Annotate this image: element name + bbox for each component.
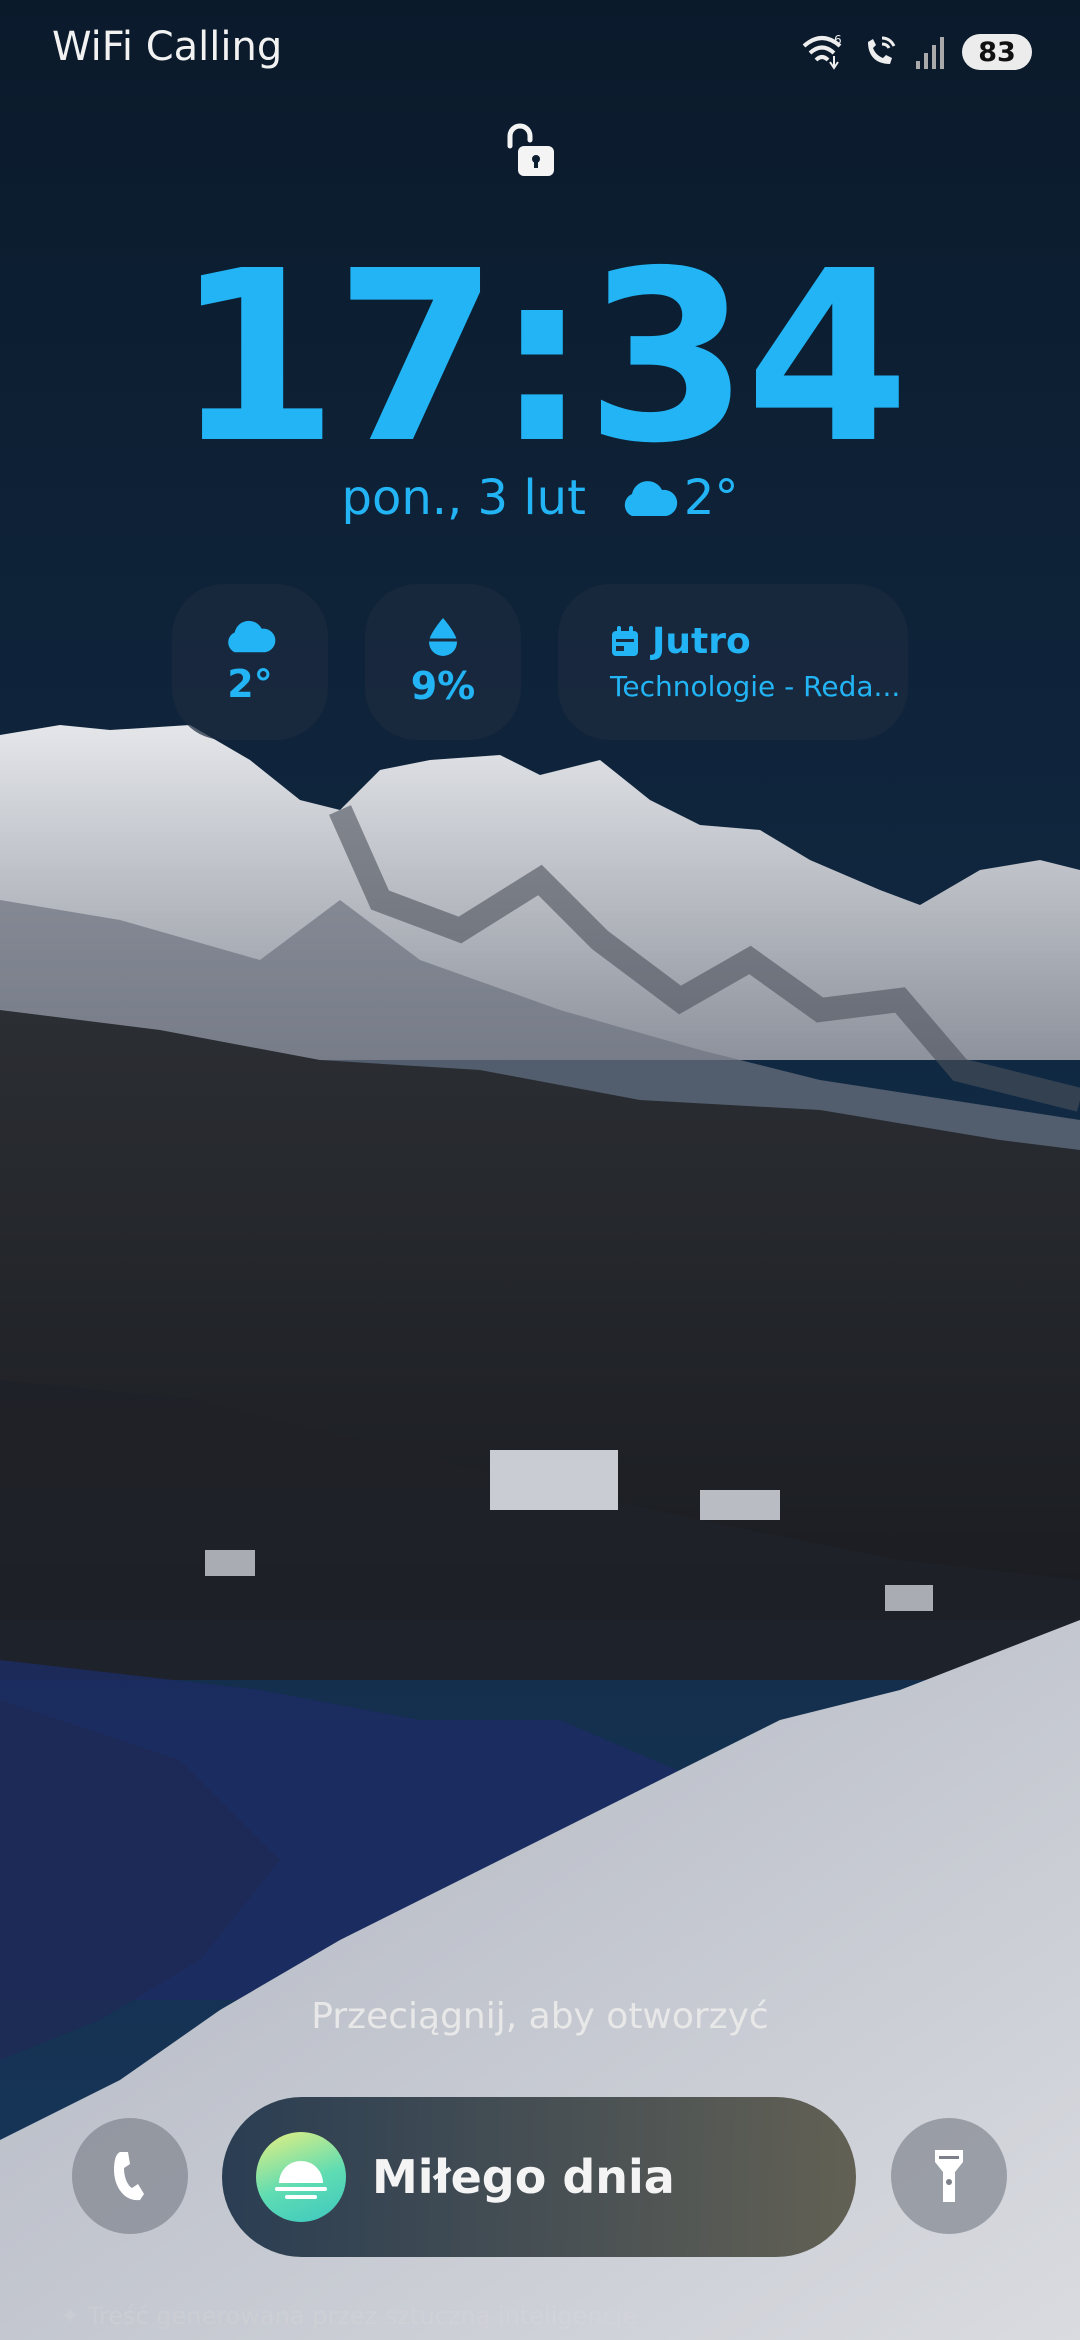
signal-icon [916,37,944,69]
weather-widget[interactable]: 2° [172,584,328,740]
calendar-event: Technologie - Reda... [610,670,901,703]
calendar-widget[interactable]: Jutro Technologie - Reda... [558,584,908,740]
calendar-icon [612,625,638,656]
date-label: pon., 3 lut [341,470,586,526]
flashlight-icon [935,2150,963,2202]
status-bar: WiFi Calling 6 83 [0,0,1080,100]
greeting-card[interactable]: Miłego dnia [222,2097,856,2257]
greeting-text: Miłego dnia [372,2150,675,2204]
cloud-icon [624,481,678,516]
calendar-title: Jutro [652,621,751,662]
swipe-to-unlock-hint: Przeciągnij, aby otworzyć [311,1996,769,2037]
wifi-calling-icon [868,36,896,64]
date-weather-row: pon., 3 lut 2° [0,470,1080,526]
flashlight-shortcut-button[interactable] [891,2118,1007,2234]
unlock-icon[interactable] [504,122,560,182]
svg-text:6: 6 [834,33,842,47]
weather-temp-value: 2° [227,662,273,706]
sunrise-icon [256,2132,346,2222]
ai-content-note: ✦ Treść generowana przez sztuczną inteli… [60,2302,638,2330]
cloud-icon [228,620,276,653]
carrier-label: WiFi Calling [52,24,283,70]
battery-indicator: 83 [962,34,1032,70]
calendar-header: Jutro [610,621,751,662]
status-icons: 6 83 [800,28,1032,76]
date-weather-temp: 2° [683,470,739,526]
phone-shortcut-button[interactable] [72,2118,188,2234]
phone-icon [114,2152,144,2201]
clock-time: 17:34 [174,220,909,495]
droplet-icon [429,618,457,656]
precipitation-value: 9% [410,664,476,708]
wifi-6-icon: 6 [802,33,842,70]
precipitation-widget[interactable]: 9% [365,584,521,740]
